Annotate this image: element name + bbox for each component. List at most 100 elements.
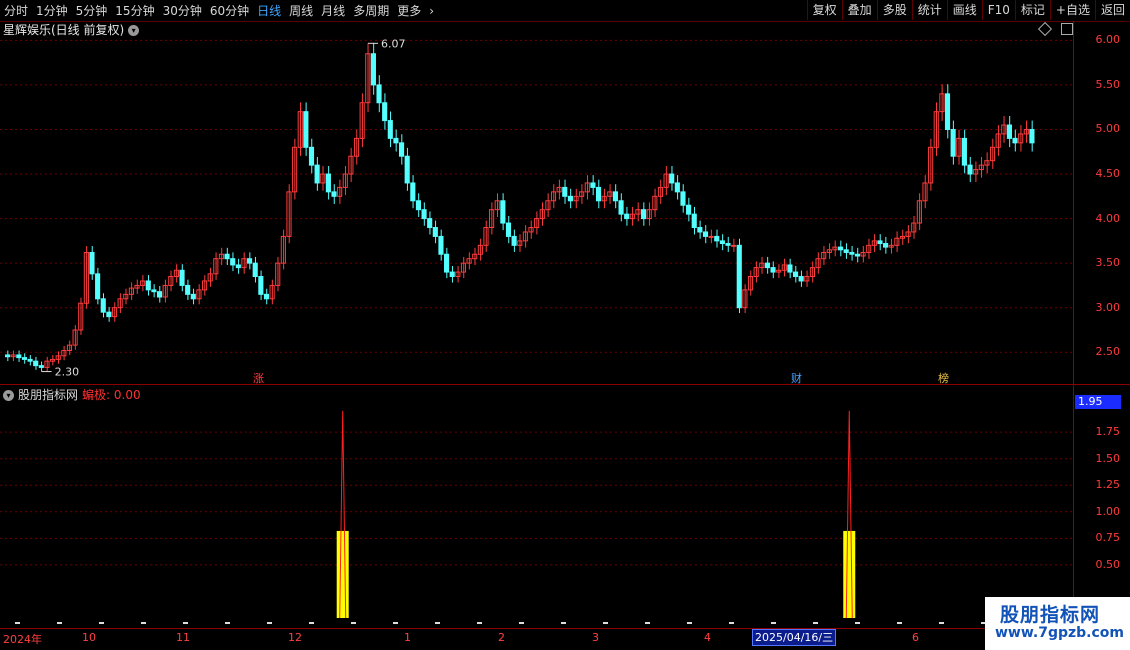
toolbar-button-1[interactable]: 叠加 <box>841 0 877 20</box>
candle-body <box>567 195 573 202</box>
candle-body <box>314 164 320 184</box>
low-label: 2.30 <box>55 366 80 379</box>
candle-body <box>427 218 433 229</box>
toolbar-button-7[interactable]: +自选 <box>1049 0 1095 20</box>
candle-body <box>432 227 438 237</box>
candle-body <box>106 311 112 318</box>
candle-body <box>1006 124 1012 139</box>
y-axis-divider <box>1073 21 1074 627</box>
candle-body <box>224 253 230 260</box>
candle-body <box>179 269 185 286</box>
toolbar-button-8[interactable]: 返回 <box>1094 0 1130 20</box>
candle-body <box>719 240 725 245</box>
tab-period-10[interactable]: 更多 <box>393 1 425 21</box>
candle-body <box>33 360 39 367</box>
toolbar-button-3[interactable]: 统计 <box>911 0 947 20</box>
date-label: 12 <box>288 631 302 644</box>
candle-body <box>16 354 22 359</box>
candle-body <box>145 280 151 291</box>
signal-bar <box>843 530 856 618</box>
candle-body <box>736 244 742 309</box>
event-marker-list[interactable]: 榜 <box>938 370 949 386</box>
tab-period-6[interactable]: 日线 <box>253 1 285 21</box>
indicator-chart[interactable] <box>0 385 1073 628</box>
toolbar-button-2[interactable]: 多股 <box>876 0 912 20</box>
toolbar-button-5[interactable]: F10 <box>981 0 1015 20</box>
baseline-dot <box>99 622 104 624</box>
date-label: 1 <box>404 631 411 644</box>
candle-body <box>263 293 270 300</box>
date-label: 2024年 <box>3 633 42 646</box>
candle-body <box>258 276 264 295</box>
candle-body <box>1012 137 1018 144</box>
baseline-dot <box>813 622 818 624</box>
baseline-dot <box>435 622 440 624</box>
candle-body <box>376 84 382 104</box>
tab-period-0[interactable]: 分时 <box>0 1 32 21</box>
candle-body <box>325 173 331 193</box>
tab-period-2[interactable]: 5分钟 <box>72 1 112 21</box>
tab-period-4[interactable]: 30分钟 <box>159 1 206 21</box>
price-tick-label: 5.00 <box>1095 122 1121 136</box>
tab-period-9[interactable]: 多周期 <box>349 1 393 21</box>
tab-period-3[interactable]: 15分钟 <box>111 1 158 21</box>
baseline-dot <box>939 622 944 624</box>
candle-body <box>702 231 709 237</box>
indicator-tick-label: 1.75 <box>1095 425 1121 439</box>
candle-body <box>770 267 776 273</box>
toolbar-button-6[interactable]: 标记 <box>1014 0 1050 20</box>
toolbar-button-0[interactable]: 复权 <box>806 0 842 20</box>
indicator-current-value: 1.95 <box>1075 395 1121 409</box>
candle-body <box>787 264 793 273</box>
tab-period-7[interactable]: 周线 <box>285 1 317 21</box>
candle-body <box>382 102 388 122</box>
candle-body <box>764 262 770 269</box>
candle-body <box>798 276 804 282</box>
baseline-dot <box>141 622 146 624</box>
candle-body <box>151 289 157 293</box>
baseline-dot <box>561 622 566 624</box>
candle-body <box>877 240 883 245</box>
candle-body <box>691 213 697 229</box>
tab-period-8[interactable]: 月线 <box>317 1 349 21</box>
candle-body <box>849 251 855 255</box>
baseline-dot <box>645 622 650 624</box>
candle-body <box>950 128 956 157</box>
baseline-dot <box>897 622 902 624</box>
candle-body <box>641 209 647 220</box>
date-label: 3 <box>592 631 599 644</box>
candlestick-chart[interactable]: 6.07 2.30 <box>0 22 1073 384</box>
chevron-right-icon[interactable]: › <box>425 1 438 21</box>
toolbar-button-4[interactable]: 画线 <box>946 0 982 20</box>
price-tick-label: 6.00 <box>1095 33 1121 47</box>
indicator-tick-label: 0.50 <box>1095 557 1121 571</box>
event-marker-finance[interactable]: 财 <box>791 370 802 386</box>
event-marker-limit-up[interactable]: 涨 <box>253 370 264 386</box>
date-label: 11 <box>176 631 190 644</box>
candle-body <box>686 204 692 215</box>
price-tick-label: 5.50 <box>1095 77 1121 91</box>
candle-body <box>444 253 450 273</box>
indicator-tick-label: 1.50 <box>1095 451 1121 465</box>
candle-body <box>618 200 624 215</box>
candle-body <box>449 271 455 278</box>
candle-body <box>398 142 405 157</box>
baseline-dot <box>729 622 734 624</box>
candle-body <box>725 243 731 246</box>
indicator-tick-label: 1.25 <box>1095 478 1121 492</box>
candle-body <box>731 244 737 247</box>
candle-body <box>156 291 163 298</box>
date-label: 10 <box>82 631 96 644</box>
candle-body <box>612 191 618 202</box>
candle-body <box>404 155 410 184</box>
watermark-url: www.7gpzb.com <box>995 625 1125 641</box>
candle-body <box>393 137 399 144</box>
tab-period-5[interactable]: 60分钟 <box>206 1 253 21</box>
candle-body <box>308 146 315 166</box>
candle-body <box>590 182 596 188</box>
candle-body <box>883 243 889 248</box>
tab-period-1[interactable]: 1分钟 <box>32 1 72 21</box>
indicator-tick-label: 1.00 <box>1095 504 1121 518</box>
baseline-dot <box>603 622 608 624</box>
indicator-tick-label: 0.75 <box>1095 531 1121 545</box>
